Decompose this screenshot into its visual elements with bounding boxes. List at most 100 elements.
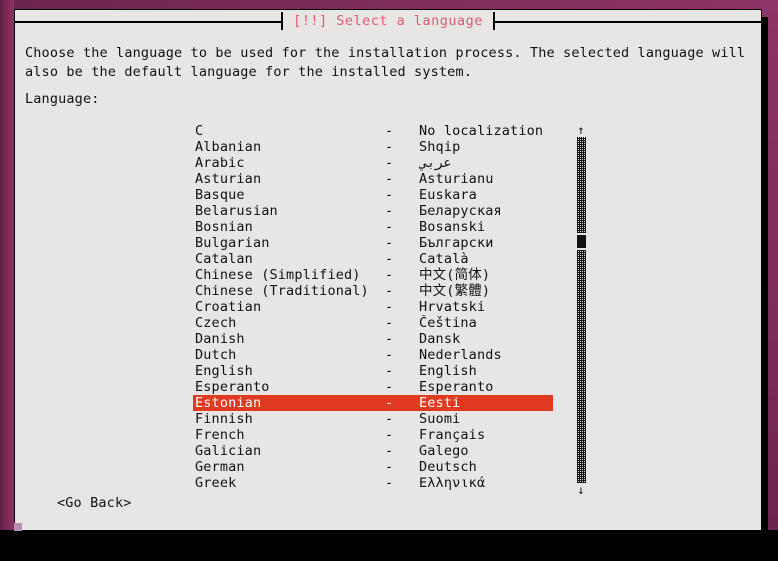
language-list-item[interactable]: Bulgarian - Български bbox=[193, 235, 553, 251]
language-list-item[interactable]: Galician - Galego bbox=[193, 443, 553, 459]
language-name: Arabic bbox=[195, 155, 245, 171]
language-list-item[interactable]: Chinese (Traditional) - 中文(繁體) bbox=[193, 283, 553, 299]
language-native-name: عربي bbox=[419, 155, 452, 171]
language-native-name: Shqip bbox=[419, 139, 461, 155]
dialog-titlebar: [!!] Select a language bbox=[15, 10, 761, 32]
scrollbar-track[interactable] bbox=[577, 137, 586, 483]
language-native-name: 中文(繁體) bbox=[419, 283, 491, 299]
language-list[interactable]: C - No localization Albanian - Shqip Arabic - عر… bbox=[193, 123, 553, 491]
scroll-down-arrow-icon[interactable]: ↓ bbox=[573, 483, 589, 497]
language-list-item[interactable]: Greek - Ελληνικά bbox=[193, 475, 553, 491]
language-separator: - bbox=[385, 299, 394, 315]
language-native-name: Bosanski bbox=[419, 219, 486, 235]
language-separator: - bbox=[385, 267, 394, 283]
language-name: Croatian bbox=[195, 299, 262, 315]
corner-accent-bottom-left bbox=[14, 523, 22, 531]
language-list-item[interactable]: Belarusian - Беларуская bbox=[193, 203, 553, 219]
instruction-text: Choose the language to be used for the i… bbox=[25, 45, 746, 80]
language-name: Czech bbox=[195, 315, 237, 331]
language-separator: - bbox=[385, 219, 394, 235]
language-name: Basque bbox=[195, 187, 245, 203]
language-native-name: Euskara bbox=[419, 187, 477, 203]
language-name: Bulgarian bbox=[195, 235, 270, 251]
language-separator: - bbox=[385, 251, 394, 267]
dialog-title: [!!] Select a language bbox=[293, 13, 483, 29]
language-native-name: 中文(简体) bbox=[419, 267, 491, 283]
language-name: English bbox=[195, 363, 253, 379]
language-native-name: Français bbox=[419, 427, 486, 443]
language-list-item[interactable]: French - Français bbox=[193, 427, 553, 443]
language-native-name: Hrvatski bbox=[419, 299, 486, 315]
scrollbar-thumb[interactable] bbox=[577, 235, 586, 248]
language-separator: - bbox=[385, 203, 394, 219]
language-list-item[interactable]: Esperanto - Esperanto bbox=[193, 379, 553, 395]
language-separator: - bbox=[385, 283, 394, 299]
language-name: Estonian bbox=[195, 395, 262, 411]
language-list-item[interactable]: Finnish - Suomi bbox=[193, 411, 553, 427]
language-separator: - bbox=[385, 235, 394, 251]
language-name: Chinese (Simplified) bbox=[195, 267, 361, 283]
language-list-scrollbar[interactable]: ↑ ↓ bbox=[573, 123, 589, 497]
language-native-name: Asturianu bbox=[419, 171, 494, 187]
language-native-name: Galego bbox=[419, 443, 469, 459]
language-separator: - bbox=[385, 411, 394, 427]
language-list-item[interactable]: Danish - Dansk bbox=[193, 331, 553, 347]
language-name: C bbox=[195, 123, 204, 139]
language-separator: - bbox=[385, 347, 394, 363]
language-native-name: Esperanto bbox=[419, 379, 494, 395]
language-list-item[interactable]: Albanian - Shqip bbox=[193, 139, 553, 155]
language-list-item[interactable]: Croatian - Hrvatski bbox=[193, 299, 553, 315]
go-back-button[interactable]: <Go Back> bbox=[57, 494, 132, 512]
language-list-item[interactable]: Asturian - Asturianu bbox=[193, 171, 553, 187]
language-separator: - bbox=[385, 331, 394, 347]
language-native-name: Deutsch bbox=[419, 459, 477, 475]
language-name: Dutch bbox=[195, 347, 237, 363]
language-separator: - bbox=[385, 363, 394, 379]
language-native-name: Čeština bbox=[419, 315, 477, 331]
installer-screen: [!!] Select a language Choose the langua… bbox=[0, 0, 778, 561]
language-native-name: Català bbox=[419, 251, 469, 267]
language-list-item[interactable]: Dutch - Nederlands bbox=[193, 347, 553, 363]
language-list-item[interactable]: Arabic - عربي bbox=[193, 155, 553, 171]
language-list-item[interactable]: Chinese (Simplified) - 中文(简体) bbox=[193, 267, 553, 283]
desktop-backdrop-left bbox=[0, 0, 14, 536]
language-native-name: Suomi bbox=[419, 411, 461, 427]
language-name: Asturian bbox=[195, 171, 262, 187]
language-name: Chinese (Traditional) bbox=[195, 283, 369, 299]
language-name: Finnish bbox=[195, 411, 253, 427]
language-native-name: Dansk bbox=[419, 331, 461, 347]
language-list-region: C - No localization Albanian - Shqip Arabic - عر… bbox=[193, 123, 589, 497]
language-separator: - bbox=[385, 187, 394, 203]
language-name: Greek bbox=[195, 475, 237, 491]
language-list-item[interactable]: Estonian - Eesti bbox=[193, 395, 553, 411]
language-native-name: Eesti bbox=[419, 395, 461, 411]
language-native-name: No localization bbox=[419, 123, 544, 139]
language-native-name: Nederlands bbox=[419, 347, 502, 363]
language-native-name: English bbox=[419, 363, 477, 379]
language-list-item[interactable]: German - Deutsch bbox=[193, 459, 553, 475]
language-list-item[interactable]: Czech - Čeština bbox=[193, 315, 553, 331]
language-list-item[interactable]: Basque - Euskara bbox=[193, 187, 553, 203]
language-separator: - bbox=[385, 443, 394, 459]
language-name: French bbox=[195, 427, 245, 443]
desktop-backdrop-bottom bbox=[0, 536, 778, 561]
language-list-item[interactable]: Bosnian - Bosanski bbox=[193, 219, 553, 235]
language-name: Galician bbox=[195, 443, 262, 459]
language-separator: - bbox=[385, 459, 394, 475]
language-name: Catalan bbox=[195, 251, 253, 267]
language-name: Belarusian bbox=[195, 203, 278, 219]
language-separator: - bbox=[385, 475, 394, 491]
language-list-item[interactable]: Catalan - Català bbox=[193, 251, 553, 267]
titlebar-rule-right bbox=[494, 20, 761, 23]
language-list-item[interactable]: English - English bbox=[193, 363, 553, 379]
language-section-label: Language: bbox=[25, 91, 100, 107]
language-separator: - bbox=[385, 427, 394, 443]
titlebar-rule-left bbox=[15, 20, 282, 23]
language-name: Esperanto bbox=[195, 379, 270, 395]
scroll-up-arrow-icon[interactable]: ↑ bbox=[573, 123, 589, 137]
language-list-item[interactable]: C - No localization bbox=[193, 123, 553, 139]
language-native-name: Ελληνικά bbox=[419, 475, 486, 491]
language-native-name: Български bbox=[419, 235, 494, 251]
select-language-dialog: [!!] Select a language Choose the langua… bbox=[14, 9, 762, 531]
language-native-name: Беларуская bbox=[419, 203, 502, 219]
